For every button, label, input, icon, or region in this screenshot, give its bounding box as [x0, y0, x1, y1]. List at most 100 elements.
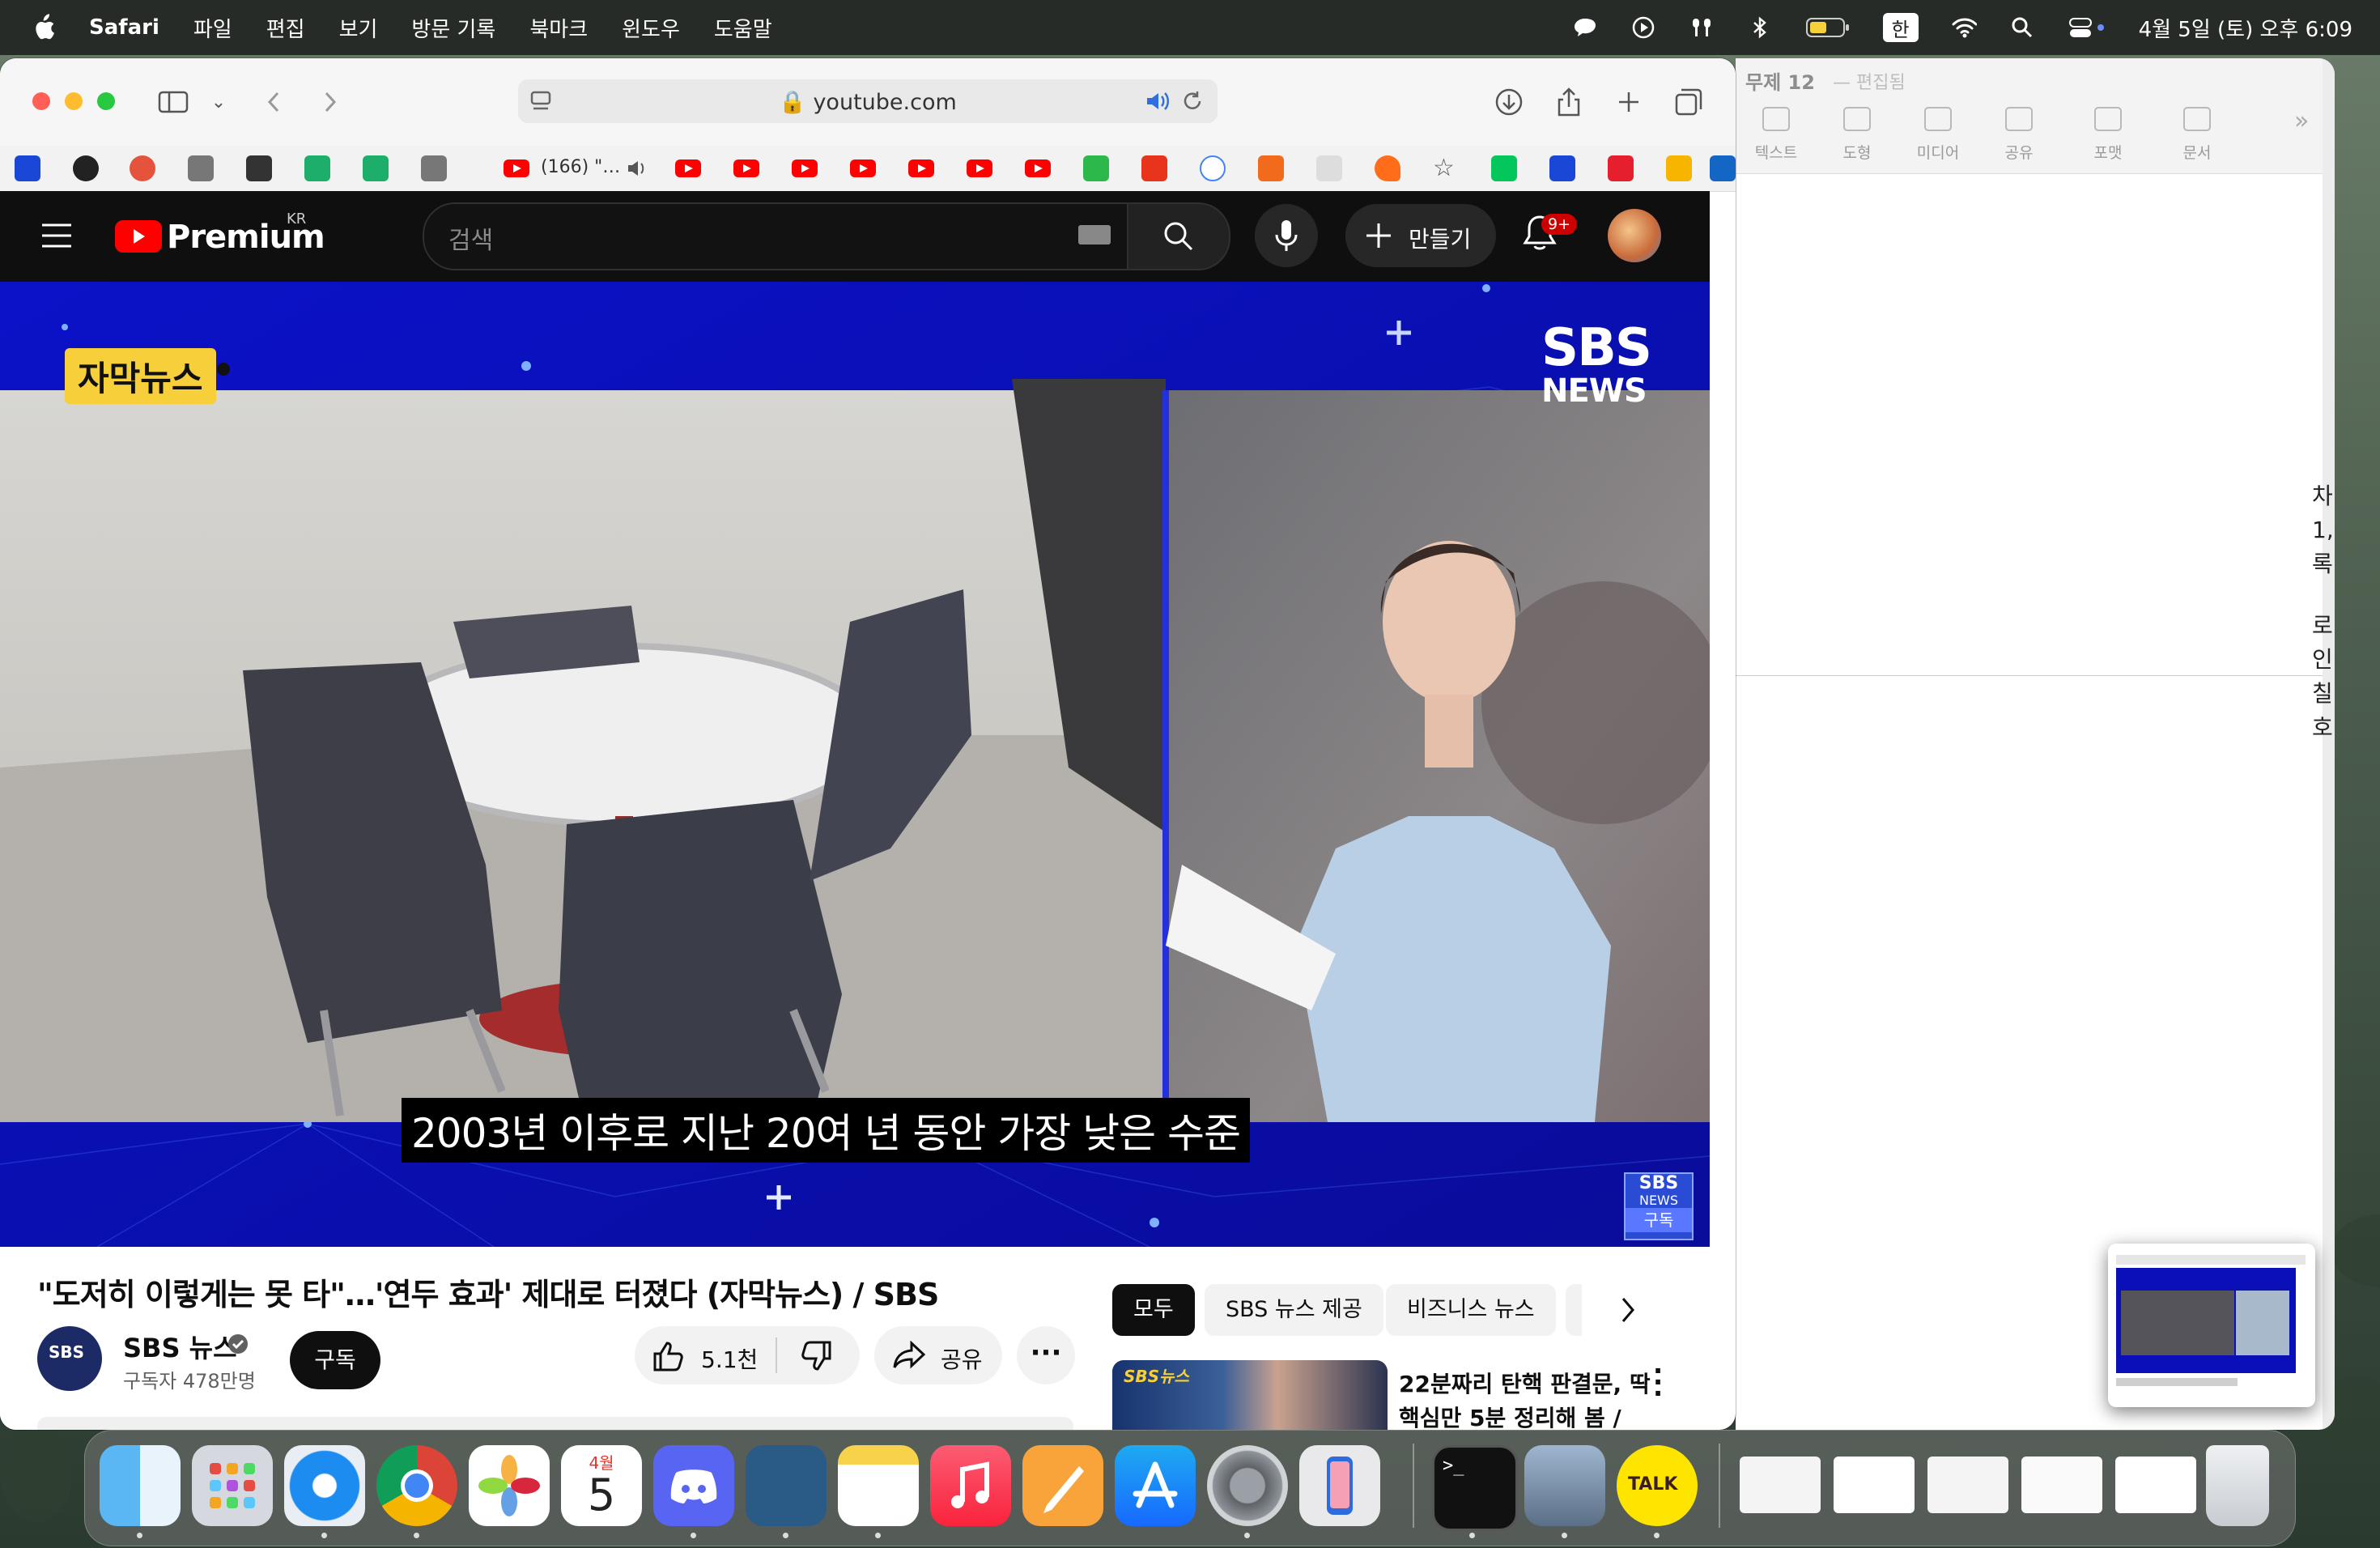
notes-app-icon[interactable]: [838, 1445, 919, 1526]
tab-speaker-icon[interactable]: [627, 159, 649, 181]
iphone-mirroring-icon[interactable]: [1299, 1445, 1380, 1526]
bluetooth-icon[interactable]: [1747, 15, 1773, 40]
bookmark-s-icon[interactable]: [1608, 155, 1634, 181]
blog-bookmark-icon[interactable]: [1083, 155, 1109, 181]
system-settings-icon[interactable]: [1207, 1445, 1288, 1526]
chips-next-chevron-icon[interactable]: [1619, 1295, 1637, 1328]
minimized-window-icon[interactable]: [2021, 1457, 2102, 1513]
input-source-indicator[interactable]: 한: [1882, 13, 1919, 42]
chip-business-news[interactable]: 비즈니스 뉴스: [1386, 1284, 1556, 1336]
back-chevron-icon[interactable]: [254, 83, 293, 121]
naver-icon[interactable]: [1491, 155, 1517, 181]
bookmark-t2-icon[interactable]: [421, 155, 447, 181]
discord-icon[interactable]: [653, 1445, 734, 1526]
menu-file[interactable]: 파일: [193, 13, 232, 43]
youtube-bookmark-icon[interactable]: [792, 159, 818, 177]
youtube-bookmark-icon[interactable]: [675, 159, 701, 177]
bookmark-s2-icon[interactable]: [1666, 155, 1692, 181]
github-icon[interactable]: [73, 155, 99, 181]
mysql-workbench-icon[interactable]: [746, 1445, 827, 1526]
recommended-more-icon[interactable]: · · ·: [1653, 1358, 1663, 1406]
bookmark-orange-icon[interactable]: [1375, 155, 1400, 181]
youtube-bookmark-icon[interactable]: [850, 159, 876, 177]
music-icon[interactable]: [930, 1445, 1011, 1526]
chrome-icon[interactable]: [376, 1445, 457, 1526]
bookmark-bird-icon[interactable]: [246, 155, 272, 181]
thumbs-up-icon[interactable]: [652, 1341, 685, 1375]
youtube-tab-icon[interactable]: [504, 159, 529, 177]
chip-all[interactable]: 모두: [1112, 1284, 1195, 1336]
wifi-icon[interactable]: [1951, 15, 1977, 40]
bookmark-d-icon[interactable]: [15, 155, 40, 181]
voice-search-button[interactable]: [1255, 204, 1318, 267]
bookmark-tv-icon[interactable]: [1258, 155, 1284, 181]
minimized-window-icon[interactable]: [1740, 1457, 1821, 1513]
recommended-thumbnail[interactable]: SBS뉴스: [1112, 1360, 1388, 1430]
recommended-title-line2[interactable]: 핵심만 5분 정리해 봄 /: [1399, 1401, 1621, 1430]
like-count[interactable]: 5.1천: [701, 1342, 758, 1375]
description-box[interactable]: [37, 1417, 1073, 1430]
download-icon[interactable]: [1490, 83, 1528, 121]
google-icon[interactable]: [1200, 155, 1226, 181]
youtube-bookmark-icon[interactable]: [908, 159, 934, 177]
menu-window[interactable]: 윈도우: [622, 13, 680, 43]
preview-icon[interactable]: [1524, 1445, 1605, 1526]
bookmark-n-icon[interactable]: [1141, 155, 1167, 181]
play-circle-icon[interactable]: [1630, 15, 1656, 40]
sbs-watermark[interactable]: SBS NEWS 구독: [1624, 1172, 1694, 1240]
chat-bubble-icon[interactable]: [1572, 15, 1598, 40]
search-input[interactable]: 검색: [448, 220, 493, 256]
forward-chevron-icon[interactable]: [311, 83, 350, 121]
minimized-window-icon[interactable]: [2115, 1457, 2196, 1513]
create-button[interactable]: 만들기: [1345, 204, 1496, 267]
channel-name[interactable]: SBS 뉴스: [123, 1328, 237, 1365]
battery-icon[interactable]: [1805, 15, 1851, 40]
terminal-icon[interactable]: >_: [1432, 1445, 1518, 1531]
more-actions-icon[interactable]: ···: [1017, 1326, 1075, 1384]
spotlight-search-icon[interactable]: [2009, 15, 2035, 40]
thumbs-down-icon[interactable]: [800, 1341, 832, 1375]
close-window-button[interactable]: [32, 92, 50, 110]
hamburger-menu-icon[interactable]: [40, 222, 73, 253]
menu-edit[interactable]: 편집: [266, 13, 305, 43]
calendar-icon[interactable]: 4월 5: [561, 1445, 642, 1526]
overflow-chevron-icon[interactable]: »: [2294, 107, 2309, 135]
launchpad-icon[interactable]: [192, 1445, 273, 1526]
address-bar[interactable]: 🔒 youtube.com: [518, 79, 1218, 123]
subscribe-button[interactable]: 구독: [290, 1331, 380, 1389]
new-tab-plus-icon[interactable]: [1609, 83, 1648, 121]
bookmark-red-icon[interactable]: [130, 155, 155, 181]
chip-cut-off[interactable]: [1566, 1284, 1582, 1336]
airpods-icon[interactable]: [1689, 15, 1715, 40]
bookmark-v-icon[interactable]: [304, 155, 330, 181]
notes-tool-format[interactable]: 포맷: [2068, 107, 2148, 163]
menu-help[interactable]: 도움말: [714, 13, 772, 43]
reload-icon[interactable]: [1180, 89, 1205, 117]
bookmark-t-icon[interactable]: [188, 155, 214, 181]
menu-clock[interactable]: 4월 5일 (토) 오후 6:09: [2139, 13, 2352, 43]
minimized-window-icon[interactable]: [1927, 1457, 2008, 1513]
active-tab-label[interactable]: (166) "…: [541, 157, 620, 177]
chip-sbs-news[interactable]: SBS 뉴스 제공: [1205, 1284, 1383, 1336]
notes-tool-document[interactable]: 문서: [2157, 107, 2238, 163]
bookmark-d2-icon[interactable]: [1549, 155, 1575, 181]
notes-tool-shape[interactable]: 도형: [1817, 107, 1898, 163]
finder-icon[interactable]: [100, 1445, 181, 1526]
kakaotalk-icon[interactable]: TALK: [1617, 1445, 1698, 1526]
apple-icon[interactable]: [32, 14, 55, 41]
youtube-bookmark-icon[interactable]: [733, 159, 759, 177]
share-icon[interactable]: [1549, 83, 1588, 121]
share-button[interactable]: 공유: [874, 1326, 1002, 1384]
bookmark-gray-icon[interactable]: [1316, 155, 1342, 181]
safari-icon[interactable]: [284, 1445, 365, 1526]
youtube-logo-icon[interactable]: [115, 220, 162, 253]
channel-avatar[interactable]: SBS: [37, 1326, 102, 1391]
menu-history[interactable]: 방문 기록: [411, 13, 495, 43]
url-text[interactable]: 🔒 youtube.com: [518, 89, 1218, 115]
tab-overview-icon[interactable]: [1669, 83, 1708, 121]
star-icon[interactable]: ☆: [1433, 154, 1455, 182]
bookmark-fn-icon[interactable]: [1710, 155, 1736, 181]
control-center-icon[interactable]: [2068, 15, 2106, 40]
user-avatar[interactable]: [1608, 209, 1661, 262]
notes-tool-text[interactable]: 텍스트: [1736, 107, 1817, 163]
